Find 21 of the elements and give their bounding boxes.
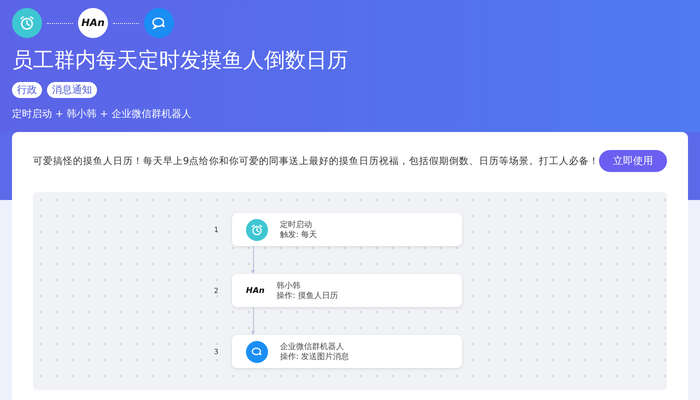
tag: 消息通知 — [47, 82, 97, 98]
step-name: 定时启动 — [280, 220, 313, 230]
logo-text: HAn — [246, 285, 265, 297]
tag: 行政 — [12, 82, 42, 98]
chat-icon — [246, 340, 268, 362]
step-node[interactable]: 定时启动 触发: 每天 — [232, 213, 462, 246]
step-name: 企业微信群机器人 — [280, 342, 345, 352]
page-title: 员工群内每天定时发摸鱼人倒数日历 — [12, 47, 349, 74]
step-name: 韩小韩 — [276, 280, 302, 290]
alarm-clock-icon — [246, 218, 268, 240]
step-node[interactable]: 企业微信群机器人 操作: 发送图片消息 — [232, 335, 462, 368]
use-button[interactable]: 立即使用 — [599, 150, 667, 172]
step-node[interactable]: HAn 韩小韩 操作: 摸鱼人日历 — [232, 274, 462, 307]
chat-icon — [144, 8, 174, 38]
app-list-text: 定时启动 + 韩小韩 + 企业微信群机器人 — [12, 108, 192, 121]
step-detail: 操作: 摸鱼人日历 — [276, 290, 338, 300]
logo-text: HAn — [78, 8, 108, 38]
description: 可爱搞怪的摸鱼人日历！每天早上9点给你和你可爱的同事送上最好的摸鱼日历祝福，包括假期倒数、日历等场景。打工人必备！ — [33, 154, 600, 168]
step-detail: 操作: 发送图片消息 — [280, 352, 350, 362]
alarm-clock-icon — [12, 8, 42, 38]
step-detail: 触发: 每天 — [280, 230, 318, 240]
